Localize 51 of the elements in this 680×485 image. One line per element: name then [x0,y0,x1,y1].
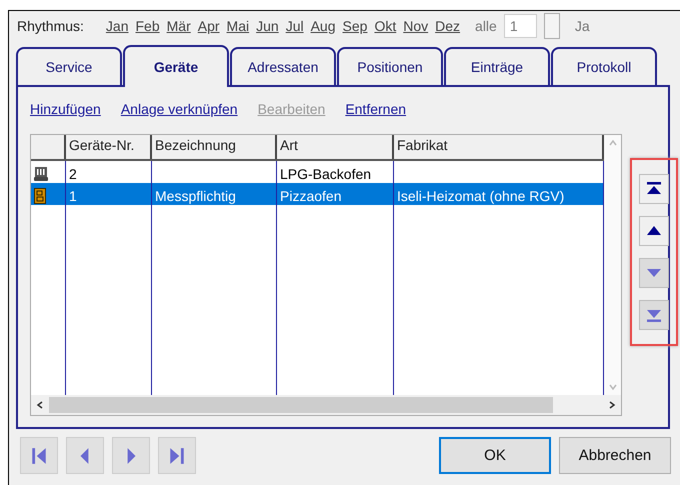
table-cell: 1 [66,183,152,205]
table-row[interactable]: 1 Messpflichtig Pizzaofen Iseli-Heizomat (ohne RGV) [31,183,604,205]
rhythm-label: Rhythmus: [17,18,84,34]
spin-button[interactable] [544,13,560,39]
scroll-right-icon[interactable] [607,400,617,410]
horizontal-scrollbar[interactable] [31,395,621,415]
oven-icon [34,166,48,182]
month-link[interactable]: Jul [286,18,304,34]
month-link[interactable]: Dez [435,18,460,34]
action-link[interactable]: Entfernen [345,101,406,127]
cabinet-icon [34,188,46,204]
table-cell: Messpflichtig [152,183,277,205]
tab[interactable]: Adressaten [230,47,336,87]
skip-forward-icon [168,446,186,464]
action-link[interactable]: Anlage verknüpfen [120,101,238,127]
tab[interactable]: Positionen [337,47,443,87]
scroll-up-icon[interactable] [608,138,618,148]
move-button[interactable] [639,174,669,204]
unit-label: Ja [574,18,590,34]
tab[interactable]: Protokoll [551,47,657,87]
month-link[interactable]: Jun [256,18,279,34]
table-cell: Pizzaofen [277,183,394,205]
column-header[interactable]: Bezeichnung [152,135,277,159]
month-link[interactable]: Feb [136,18,160,34]
first-arrow-icon [646,181,662,197]
tab[interactable]: Service [16,47,122,87]
last-arrow-icon [646,307,662,323]
tab[interactable]: Einträge [444,47,550,87]
move-button[interactable] [639,216,669,246]
column-header[interactable]: Geräte-Nr. [66,135,152,159]
month-link[interactable]: Aug [310,18,336,34]
scroll-left-icon[interactable] [35,400,45,410]
scroll-down-icon[interactable] [608,382,618,392]
skip-back-icon [30,446,48,464]
dialog-button[interactable]: Abbrechen [559,437,671,474]
scroll-thumb[interactable] [49,397,553,413]
tab[interactable]: Geräte [123,45,229,87]
table-row[interactable]: 2 LPG-Backofen [31,161,604,183]
month-link[interactable]: Mai [226,18,250,34]
month-link[interactable]: Apr [198,18,220,34]
interval-field[interactable]: 1 [504,14,537,38]
month-link[interactable]: Jan [106,18,128,34]
action-link[interactable]: Hinzufügen [30,101,101,127]
vertical-scrollbar[interactable] [604,135,621,395]
month-link[interactable]: Nov [403,18,428,34]
month-link[interactable]: Sep [342,18,368,34]
column-header[interactable]: Art [277,135,394,159]
month-link[interactable]: Okt [374,18,396,34]
month-link[interactable]: Mär [166,18,191,34]
interval-label: alle [475,18,497,34]
dialog-button[interactable]: OK [439,437,551,474]
